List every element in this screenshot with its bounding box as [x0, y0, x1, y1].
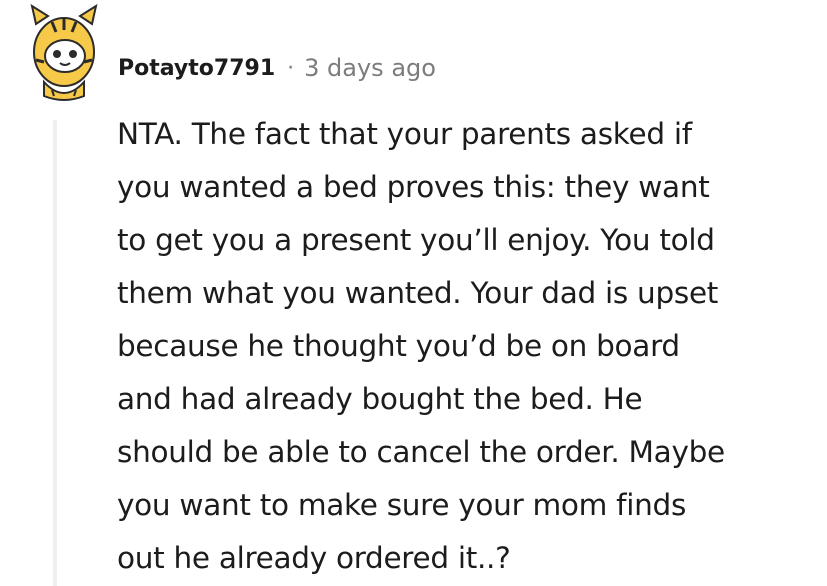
meta-separator: ·	[287, 55, 295, 81]
comment-body-line: should be able to cancel the order. Mayb…	[117, 435, 725, 469]
comment: Potayto7791 · 3 days ago NTA. The fact t…	[0, 0, 827, 586]
thread-collapse-line[interactable]	[53, 120, 57, 586]
comment-body-line: out he already ordered it..?	[117, 541, 511, 575]
comment-body-line: you want to make sure your mom finds	[117, 488, 687, 522]
comment-username[interactable]: Potayto7791	[118, 56, 275, 81]
comment-body: NTA. The fact that your parents asked if…	[117, 108, 817, 585]
comment-meta: Potayto7791 · 3 days ago	[118, 50, 436, 86]
comment-body-line: NTA. The fact that your parents asked if	[117, 117, 692, 151]
comment-body-line: and had already bought the bed. He	[117, 382, 643, 416]
comment-body-line: to get you a present you’ll enjoy. You t…	[117, 223, 715, 257]
comment-body-line: because he thought you’d be on board	[117, 329, 680, 363]
avatar-snoo-tiger-icon[interactable]	[22, 0, 106, 104]
comment-timestamp[interactable]: 3 days ago	[304, 54, 436, 82]
comment-body-line: them what you wanted. Your dad is upset	[117, 276, 719, 310]
comment-body-line: you wanted a bed proves this: they want	[117, 170, 710, 204]
